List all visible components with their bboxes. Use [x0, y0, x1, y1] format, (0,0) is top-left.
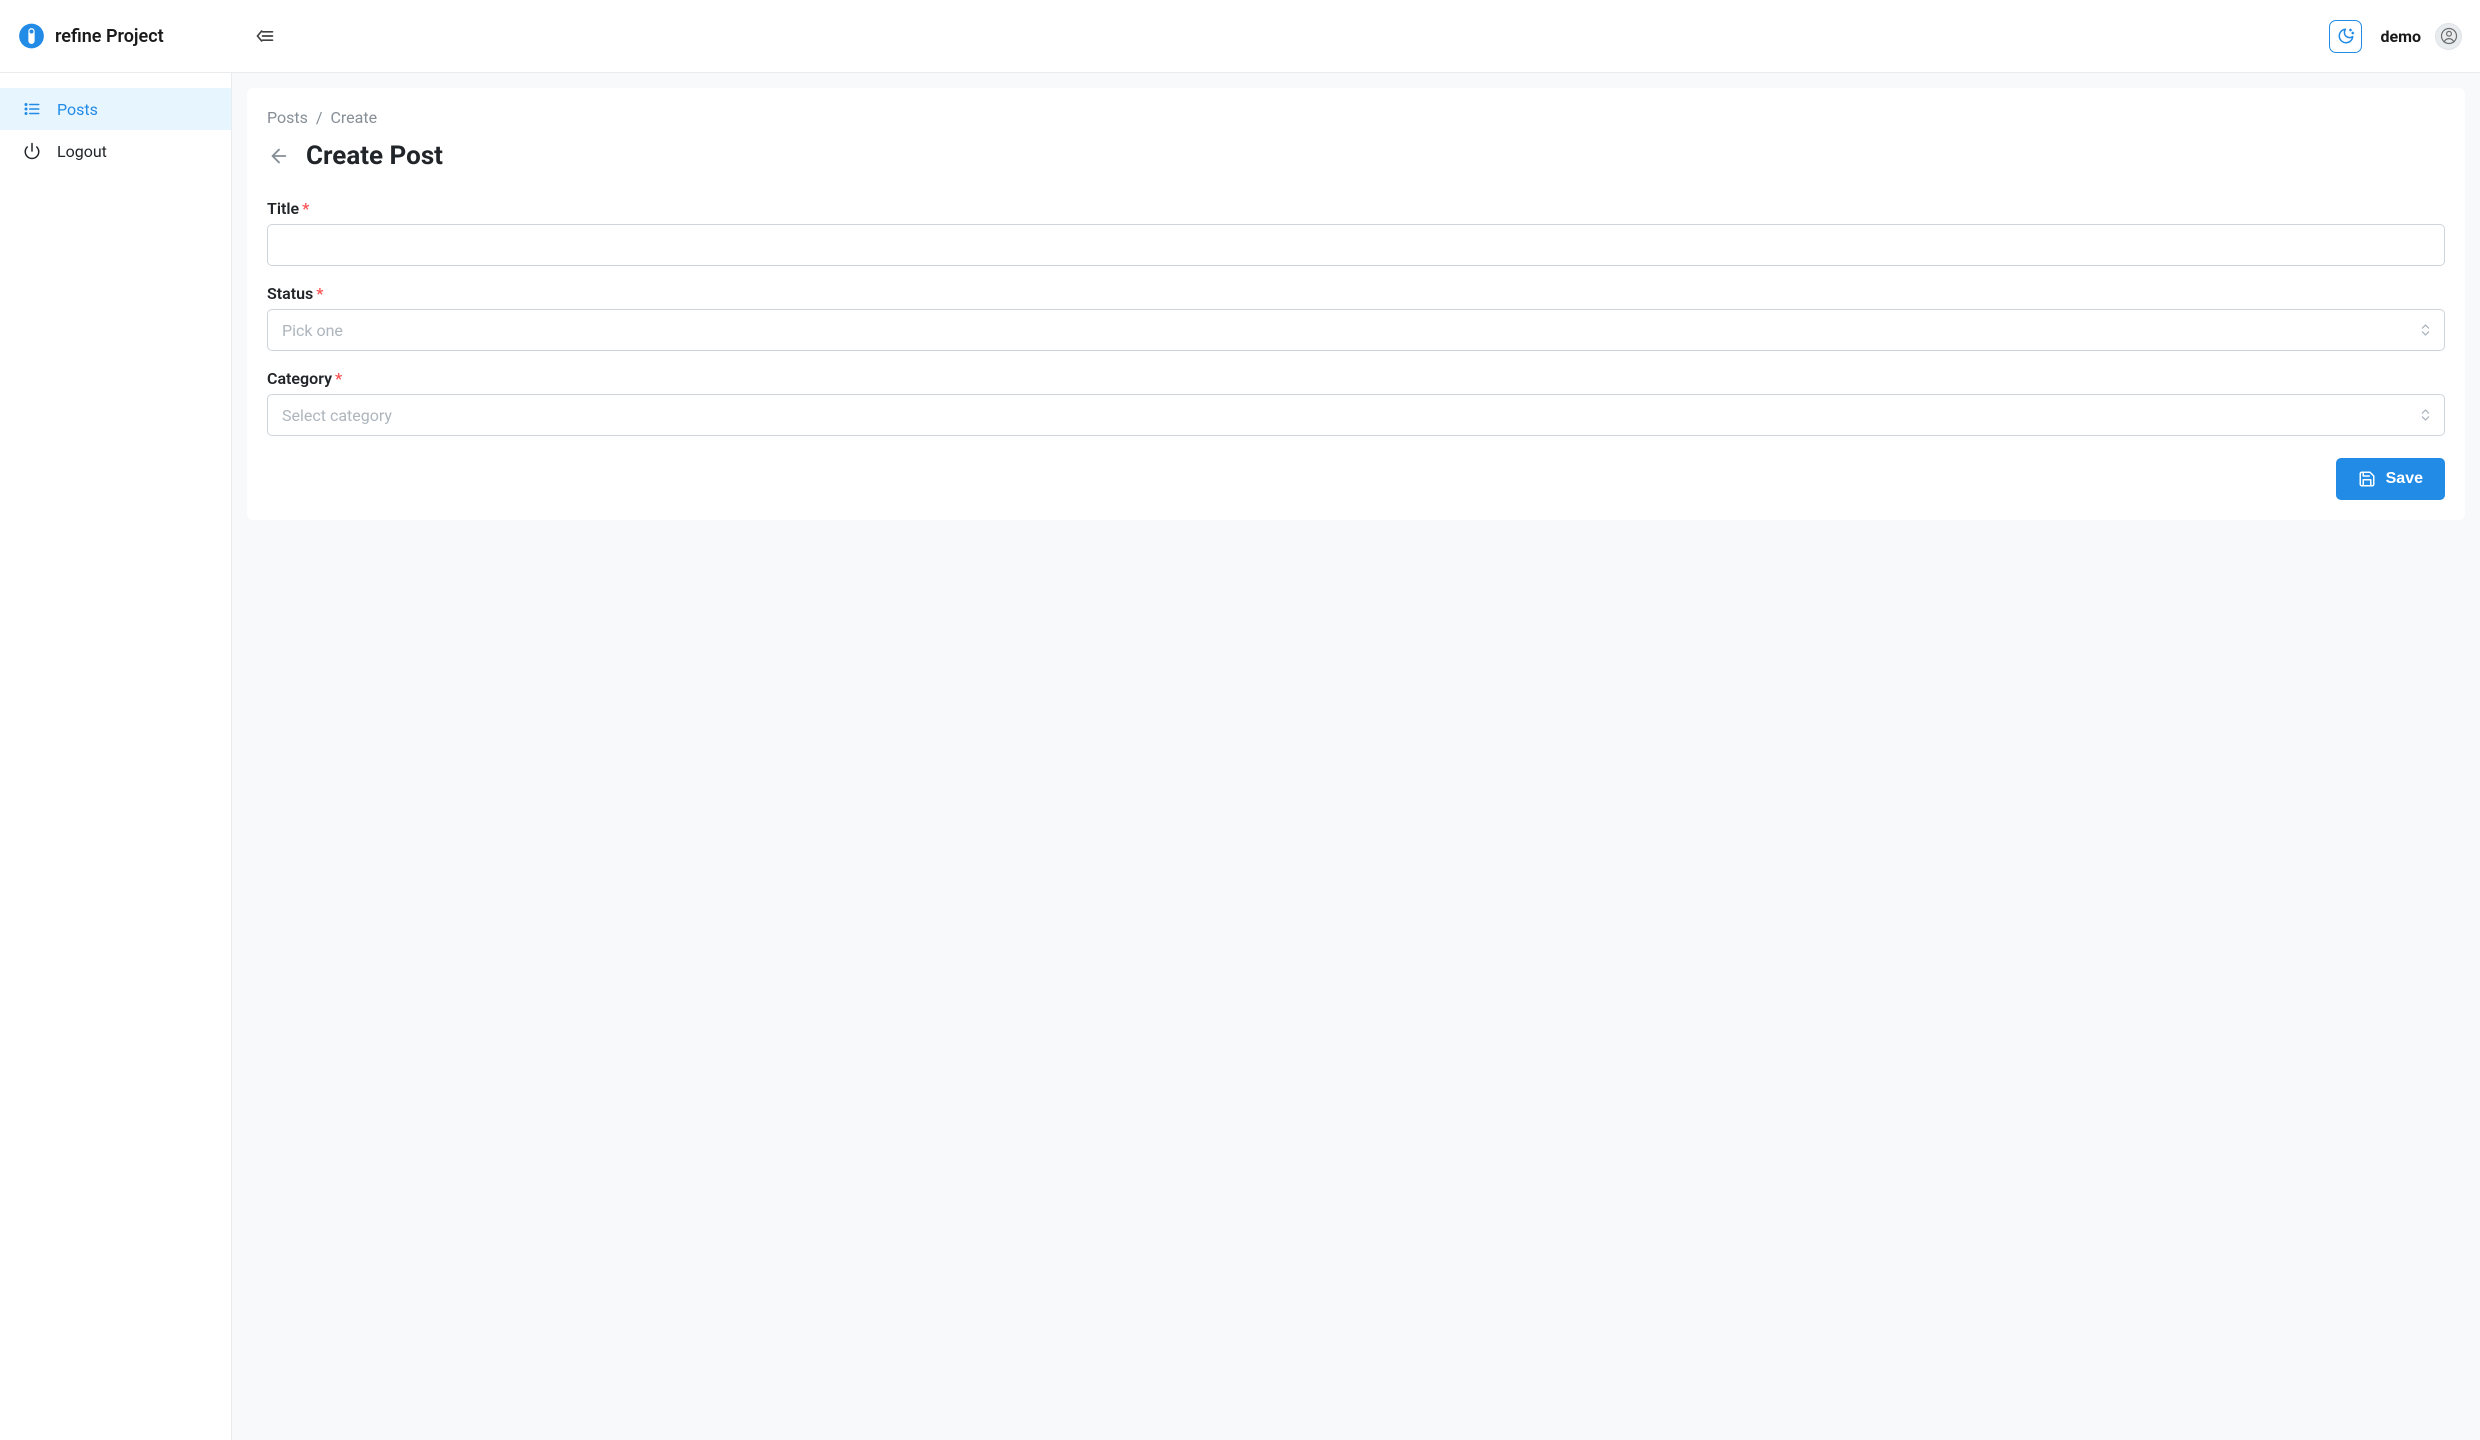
- status-label: Status*: [267, 284, 323, 303]
- title-label: Title*: [267, 199, 309, 218]
- category-select[interactable]: Select category: [267, 394, 2445, 436]
- sidebar-item-label: Logout: [57, 142, 107, 161]
- save-button[interactable]: Save: [2336, 458, 2445, 500]
- floppy-disk-icon: [2358, 470, 2376, 488]
- user-area[interactable]: demo: [2380, 23, 2462, 50]
- sidebar-item-logout[interactable]: Logout: [0, 130, 231, 172]
- save-button-label: Save: [2386, 470, 2423, 488]
- header: refine Project: [0, 0, 2480, 73]
- user-name: demo: [2380, 27, 2421, 46]
- required-marker: *: [316, 284, 323, 303]
- collapse-icon: [255, 26, 275, 46]
- moon-icon: [2337, 27, 2355, 45]
- required-marker: *: [302, 199, 309, 218]
- brand-name: refine Project: [55, 26, 164, 47]
- breadcrumb: Posts / Create: [267, 108, 2445, 127]
- required-marker: *: [335, 369, 342, 388]
- list-icon: [22, 99, 42, 119]
- title-input[interactable]: [267, 224, 2445, 266]
- sidebar-item-label: Posts: [57, 100, 98, 119]
- page-title: Create Post: [306, 141, 443, 171]
- collapse-sidebar-button[interactable]: [250, 21, 280, 51]
- status-placeholder: Pick one: [282, 321, 343, 340]
- breadcrumb-item-posts[interactable]: Posts: [267, 108, 308, 127]
- logo-icon: [18, 22, 45, 50]
- category-placeholder: Select category: [282, 406, 392, 425]
- sidebar-item-posts[interactable]: Posts: [0, 88, 231, 130]
- status-label-text: Status: [267, 284, 313, 303]
- breadcrumb-separator: /: [316, 108, 323, 127]
- create-card: Posts / Create Create Post: [247, 88, 2465, 520]
- breadcrumb-item-create: Create: [330, 108, 377, 127]
- main: Posts / Create Create Post: [232, 73, 2480, 1440]
- brand[interactable]: refine Project: [18, 22, 250, 50]
- user-icon: [2440, 27, 2458, 45]
- status-select[interactable]: Pick one: [267, 309, 2445, 351]
- category-label: Category*: [267, 369, 342, 388]
- arrow-left-icon: [268, 145, 290, 167]
- title-label-text: Title: [267, 199, 299, 218]
- avatar: [2435, 23, 2462, 50]
- sidebar: Posts Logout: [0, 73, 232, 1440]
- category-label-text: Category: [267, 369, 332, 388]
- theme-toggle-button[interactable]: [2329, 20, 2362, 53]
- back-button[interactable]: [267, 144, 291, 168]
- power-icon: [22, 141, 42, 161]
